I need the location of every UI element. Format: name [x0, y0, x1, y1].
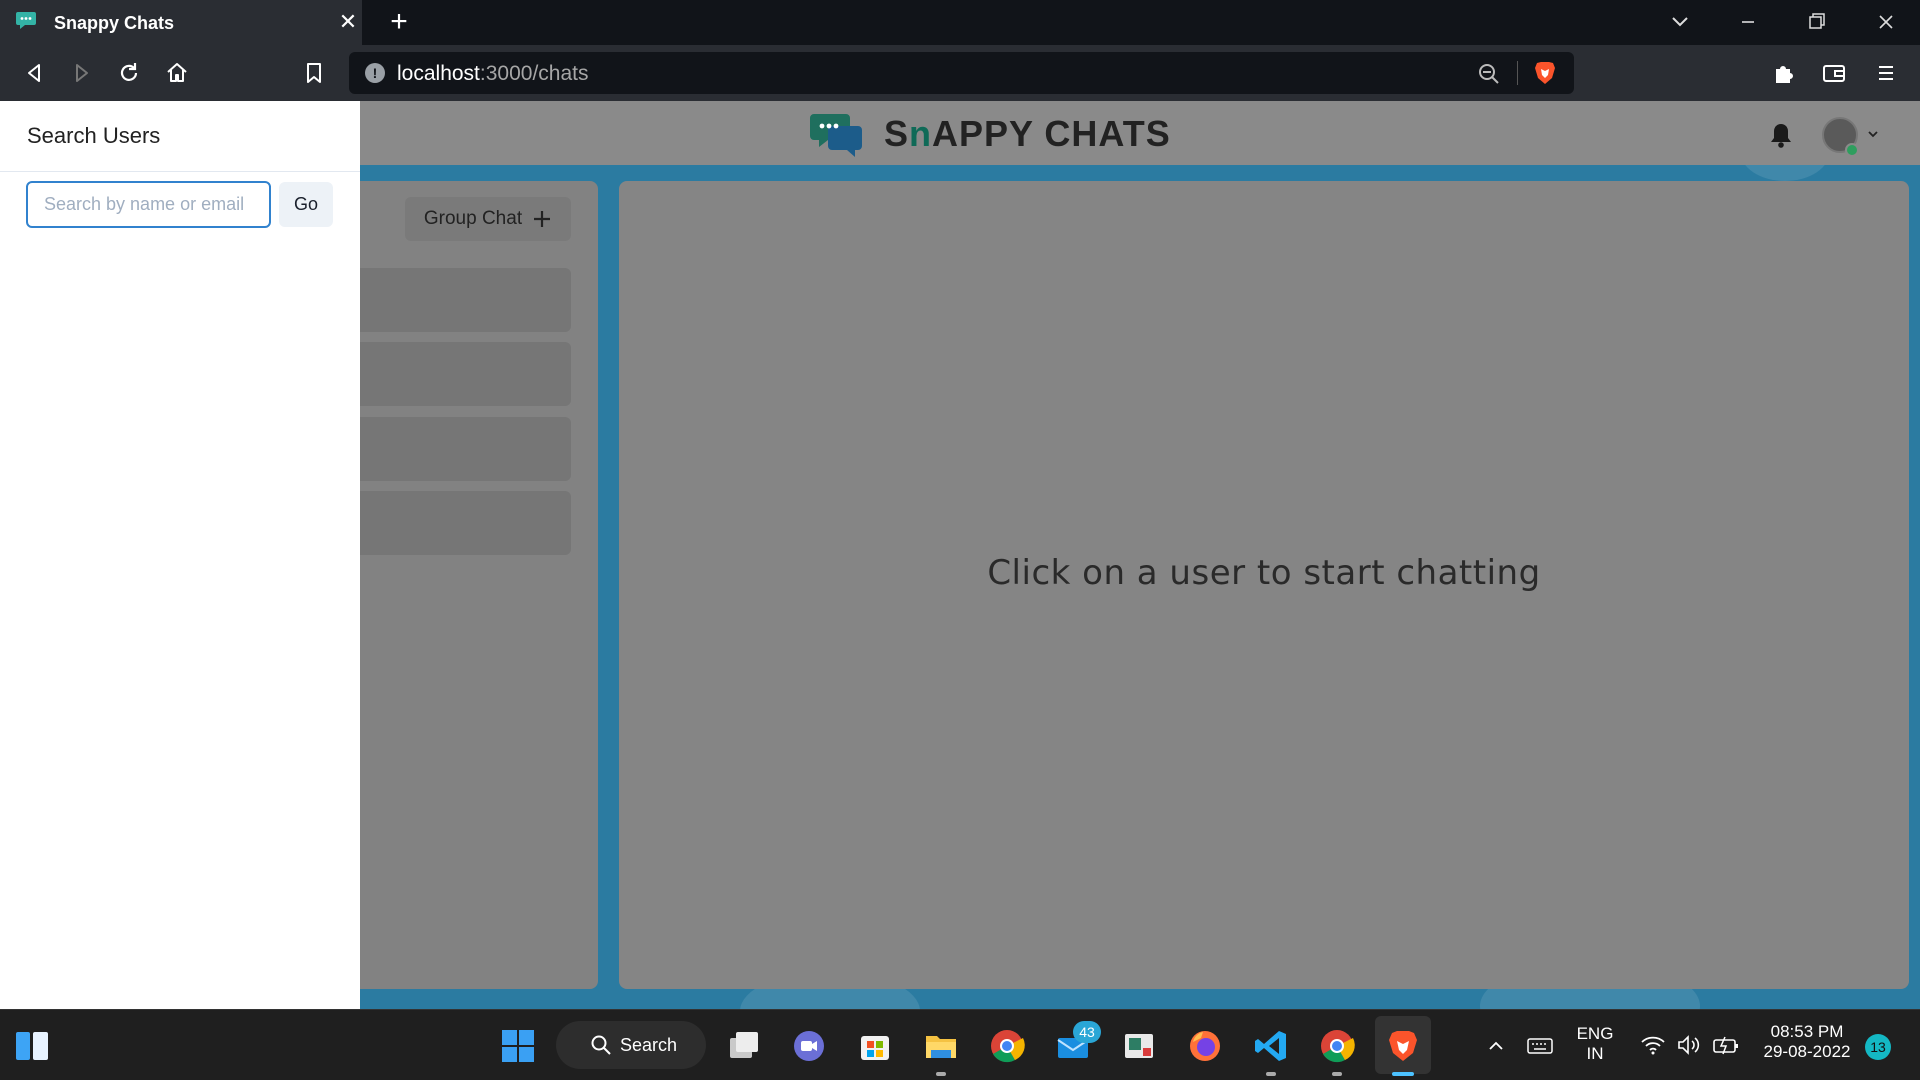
brand-name: SnAPPY CHATS [884, 113, 1171, 154]
widgets-icon[interactable] [14, 1028, 50, 1064]
chat-bubble-icon [16, 12, 36, 29]
restore-icon[interactable] [1801, 8, 1831, 36]
taskbar-search-label: Search [620, 1034, 678, 1055]
new-tab-button[interactable]: + [386, 7, 412, 37]
zoom-out-icon[interactable] [1477, 62, 1501, 86]
home-icon[interactable] [163, 59, 191, 87]
running-indicator [1332, 1072, 1342, 1076]
wifi-icon[interactable] [1640, 1034, 1666, 1056]
active-app-indicator [1392, 1072, 1414, 1076]
snipping-tool-icon[interactable] [1121, 1028, 1157, 1064]
tab-search-chevron-icon[interactable] [1665, 8, 1695, 36]
vscode-icon[interactable] [1253, 1028, 1289, 1064]
browser-tab-bar: Snappy Chats ✕ + [0, 0, 1920, 45]
chevron-up-icon[interactable] [1486, 1036, 1506, 1056]
browser-tab[interactable]: Snappy Chats ✕ [0, 0, 362, 45]
taskbar-search[interactable]: Search [556, 1021, 706, 1069]
reload-icon[interactable] [115, 59, 143, 87]
region-code: IN [1586, 1044, 1604, 1063]
battery-icon[interactable] [1712, 1034, 1740, 1056]
menu-icon[interactable] [1872, 59, 1900, 87]
start-icon[interactable] [500, 1028, 536, 1064]
running-indicator [1266, 1072, 1276, 1076]
notification-bell-icon[interactable] [1768, 121, 1794, 149]
brave-shield-icon[interactable] [1533, 60, 1557, 86]
group-chat-label: Group Chat [423, 208, 523, 229]
keyboard-icon[interactable] [1527, 1036, 1553, 1056]
clock-time: 08:53 PM [1770, 1022, 1844, 1041]
brave-browser-icon[interactable] [1385, 1028, 1421, 1064]
notification-count-badge[interactable]: 13 [1865, 1034, 1891, 1060]
empty-chat-message: Click on a user to start chatting [987, 553, 1541, 593]
wallet-icon[interactable] [1820, 59, 1848, 87]
brand-logo: SnAPPY CHATS [810, 111, 1171, 157]
back-icon[interactable] [20, 59, 48, 87]
firefox-icon[interactable] [1187, 1028, 1223, 1064]
clock[interactable]: 08:53 PM 29-08-2022 [1754, 1022, 1860, 1062]
language-indicator[interactable]: ENG IN [1570, 1024, 1620, 1064]
address-bar[interactable]: ! localhost:3000/chats [349, 52, 1574, 94]
url-text[interactable]: localhost:3000/chats [397, 62, 588, 86]
task-view-icon[interactable] [726, 1028, 762, 1064]
forward-icon[interactable] [68, 59, 96, 87]
chat-logo-icon [810, 114, 862, 157]
plus-icon [534, 211, 551, 227]
volume-icon[interactable] [1676, 1034, 1702, 1056]
group-chat-button[interactable]: Group Chat [405, 197, 571, 241]
site-info-icon[interactable]: ! [365, 63, 385, 83]
close-tab-icon[interactable]: ✕ [336, 10, 360, 34]
drawer-title: Search Users [27, 123, 161, 148]
chrome-icon[interactable] [989, 1028, 1025, 1064]
bookmark-icon[interactable] [300, 59, 328, 87]
tab-title: Snappy Chats [54, 13, 175, 33]
go-button[interactable]: Go [279, 182, 333, 227]
teams-chat-icon[interactable] [791, 1028, 827, 1064]
mail-badge: 43 [1073, 1021, 1101, 1043]
address-divider [1517, 61, 1518, 85]
running-indicator [936, 1072, 946, 1076]
microsoft-store-icon[interactable] [857, 1028, 893, 1064]
clock-date: 29-08-2022 [1763, 1042, 1851, 1061]
drawer-divider [0, 171, 360, 172]
minimize-icon[interactable] [1733, 8, 1763, 36]
search-users-drawer: Search Users Go [0, 101, 360, 1009]
extensions-icon[interactable] [1770, 59, 1798, 87]
file-explorer-icon[interactable] [923, 1028, 959, 1064]
browser-toolbar: ! localhost:3000/chats [0, 45, 1920, 101]
chat-box-panel: Click on a user to start chatting [619, 181, 1909, 989]
taskbar: Search 43 ENG IN 08:53 PM 29-08-2022 13 [0, 1009, 1920, 1080]
language-code: ENG [1576, 1024, 1614, 1043]
search-input[interactable] [26, 181, 271, 228]
online-status-dot [1845, 143, 1859, 157]
search-icon [591, 1035, 611, 1055]
chevron-down-icon[interactable] [1866, 127, 1880, 141]
close-window-icon[interactable] [1871, 8, 1901, 36]
chrome-profile-icon[interactable] [1319, 1028, 1355, 1064]
